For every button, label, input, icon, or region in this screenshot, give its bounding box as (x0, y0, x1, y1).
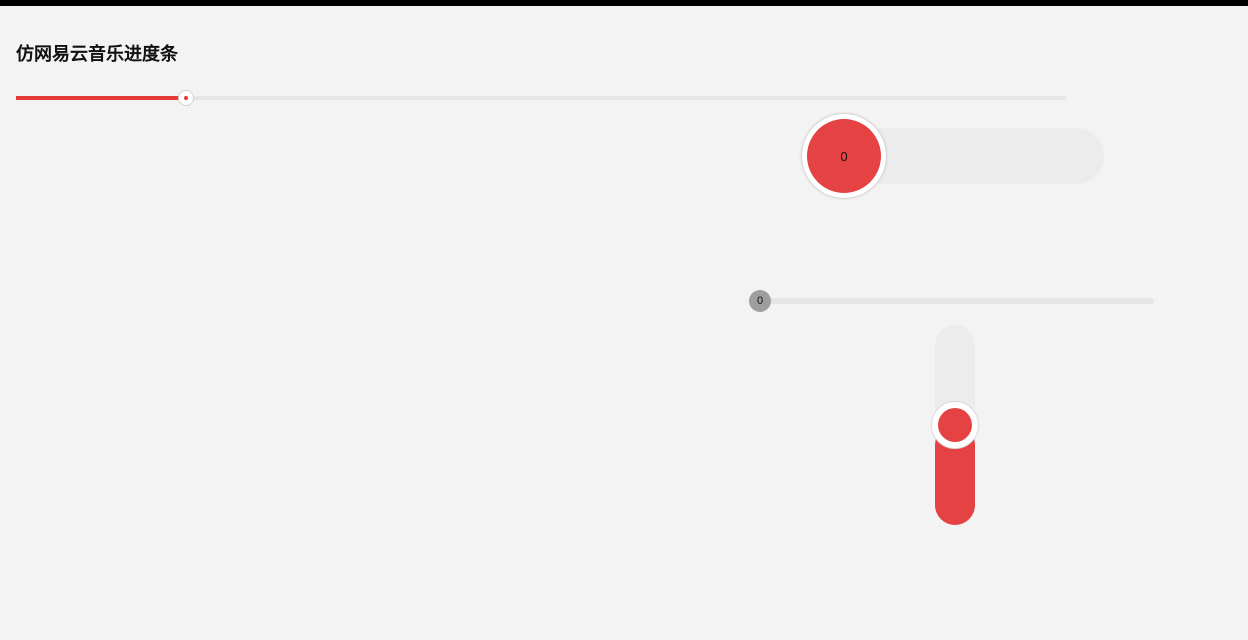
pill-slider-handle[interactable]: 0 (801, 113, 887, 199)
pill-slider[interactable]: 0 (804, 128, 1104, 184)
page-content: 仿网易云音乐进度条 (0, 6, 1248, 114)
music-progress-slider[interactable] (16, 96, 1066, 100)
music-progress-fill (16, 96, 186, 100)
mini-slider[interactable]: 0 (754, 298, 1154, 304)
pill-slider-value: 0 (807, 119, 881, 193)
music-progress-handle[interactable] (178, 90, 194, 106)
vertical-slider[interactable] (935, 325, 975, 525)
mini-slider-handle[interactable]: 0 (749, 290, 771, 312)
vertical-slider-handle[interactable] (931, 401, 979, 449)
page-title: 仿网易云音乐进度条 (16, 40, 1234, 66)
